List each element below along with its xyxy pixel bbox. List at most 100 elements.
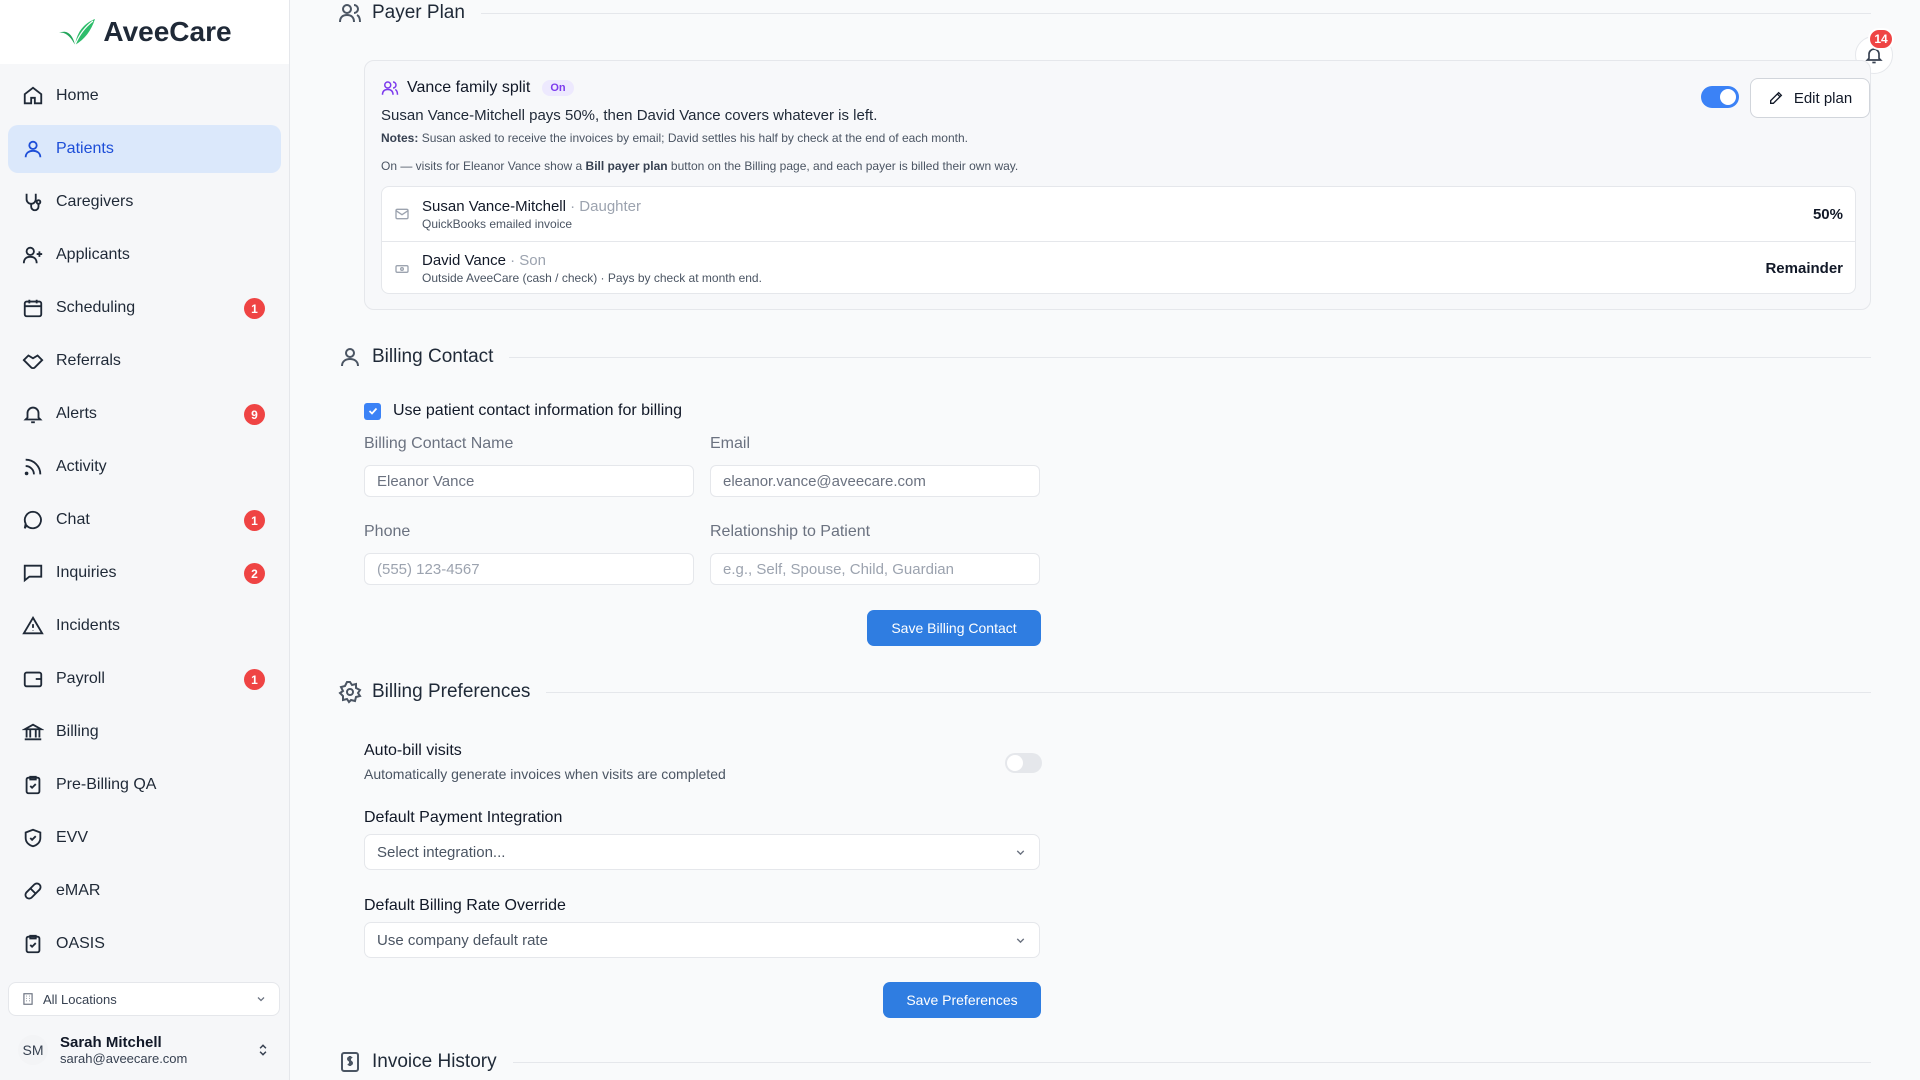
sidebar-item-evv[interactable]: EVV [8, 814, 281, 862]
edit-plan-label: Edit plan [1793, 89, 1853, 107]
sidebar-item-emar[interactable]: eMAR [8, 867, 281, 915]
sidebar-item-label: Pre-Billing QA [56, 776, 157, 793]
on-prefix: On — visits for Eleanor Vance show a [381, 159, 583, 173]
divider [512, 1061, 1871, 1063]
autobill-toggle[interactable] [1005, 753, 1042, 773]
sidebar-item-alerts[interactable]: Alerts 9 [8, 390, 281, 438]
users-icon [381, 81, 399, 95]
scheduling-badge: 1 [244, 298, 265, 319]
sidebar-item-payroll[interactable]: Payroll 1 [8, 655, 281, 703]
sidebar-item-label: Inquiries [56, 564, 117, 581]
notes-label: Notes: [381, 131, 419, 145]
sidebar-item-label: Patients [56, 140, 114, 157]
plan-title-row: Vance family split On [381, 79, 574, 97]
billing-contact-name-field[interactable]: Eleanor Vance [364, 465, 694, 497]
pill-icon [22, 880, 44, 902]
sidebar-item-label: Chat [56, 511, 90, 528]
sidebar-item-home[interactable]: Home [8, 72, 281, 120]
check-icon [368, 407, 377, 415]
payer-relation: · Son [510, 252, 546, 269]
save-preferences-button[interactable]: Save Preferences [883, 982, 1041, 1018]
sidebar-item-incidents[interactable]: Incidents [8, 602, 281, 650]
sidebar-item-pre-billing-qa[interactable]: Pre-Billing QA [8, 761, 281, 809]
sidebar-item-label: Activity [56, 458, 107, 475]
chevrons-up-down-icon [259, 1044, 267, 1056]
sidebar-item-oasis[interactable]: OASIS [8, 920, 281, 968]
sidebar-item-applicants[interactable]: Applicants [8, 231, 281, 279]
location-select[interactable]: All Locations [8, 982, 280, 1016]
on-suffix: button on the Billing page, and each pay… [670, 159, 1019, 173]
billing-rate-value: Use company default rate [377, 931, 548, 949]
payer-row: Susan Vance-Mitchell · Daughter QuickBoo… [382, 187, 1855, 241]
billing-rate-select[interactable]: Use company default rate [364, 922, 1040, 958]
payer-plan-header: Payer Plan [338, 1, 1871, 25]
chevron-down-icon [257, 997, 265, 1002]
sidebar-item-label: Incidents [56, 617, 121, 634]
sidebar-item-referrals[interactable]: Referrals [8, 337, 281, 385]
sidebar-item-chat[interactable]: Chat 1 [8, 496, 281, 544]
use-patient-contact-row[interactable]: Use patient contact information for bill… [364, 402, 682, 420]
user-menu[interactable]: SM Sarah Mitchell sarah@aveecare.com [8, 1028, 280, 1072]
autobill-description: Automatically generate invoices when vis… [364, 766, 726, 782]
avatar: SM [18, 1035, 48, 1065]
pencil-icon [1769, 91, 1783, 104]
user-email: sarah@aveecare.com [60, 1051, 188, 1066]
gear-icon [338, 681, 362, 704]
sidebar-item-label: OASIS [56, 935, 105, 952]
sidebar-item-label: Payroll [56, 670, 105, 687]
message-square-icon [22, 562, 44, 584]
relationship-label: Relationship to Patient [710, 523, 871, 540]
chat-bubble-icon [22, 509, 44, 531]
chevron-down-icon [1016, 937, 1025, 943]
sidebar-item-patients[interactable]: Patients [8, 125, 281, 173]
use-patient-contact-checkbox[interactable] [364, 402, 381, 420]
section-title: Billing Contact [372, 346, 494, 367]
payment-integration-value: Select integration... [377, 843, 506, 861]
plan-on-description: On — visits for Eleanor Vance show a Bil… [381, 159, 1018, 173]
edit-plan-button[interactable]: Edit plan [1750, 78, 1870, 118]
divider [480, 12, 1871, 14]
chevron-down-icon [1016, 849, 1025, 855]
user-plus-icon [22, 244, 44, 266]
sidebar-item-label: Caregivers [56, 193, 134, 210]
default-payment-integration-label: Default Payment Integration [364, 809, 563, 826]
app-logo[interactable]: AveeCare [0, 0, 289, 64]
use-patient-contact-label: Use patient contact information for bill… [393, 402, 683, 419]
sidebar-item-activity[interactable]: Activity [8, 443, 281, 491]
user-icon [341, 348, 359, 367]
sidebar-item-label: Applicants [56, 246, 130, 263]
sidebar-item-inquiries[interactable]: Inquiries 2 [8, 549, 281, 597]
clipboard-check-icon [22, 774, 44, 796]
payer-share: Remainder [1765, 260, 1843, 277]
sidebar-item-scheduling[interactable]: Scheduling 1 [8, 284, 281, 332]
sidebar-item-label: Billing [56, 723, 99, 740]
email-field[interactable]: eleanor.vance@aveecare.com [710, 465, 1040, 497]
save-billing-contact-button[interactable]: Save Billing Contact [867, 610, 1041, 646]
inquiries-badge: 2 [244, 563, 265, 584]
sidebar-item-caregivers[interactable]: Caregivers [8, 178, 281, 226]
sidebar-item-label: Scheduling [56, 299, 136, 316]
payer-name: Susan Vance-Mitchell [422, 197, 566, 215]
billing-contact-name-label: Billing Contact Name [364, 435, 514, 452]
payer-name-line: Susan Vance-Mitchell · Daughter [422, 198, 1813, 215]
sidebar-item-billing[interactable]: Billing [8, 708, 281, 756]
payment-integration-select[interactable]: Select integration... [364, 834, 1040, 870]
payer-share: 50% [1812, 205, 1843, 223]
rss-icon [22, 456, 44, 478]
plan-description: Susan Vance-Mitchell pays 50%, then Davi… [381, 107, 878, 124]
sidebar-nav: Home Patients Caregivers Applicants Sche… [0, 64, 289, 968]
payer-relation: · Daughter [570, 197, 642, 215]
plan-enabled-toggle[interactable] [1701, 86, 1739, 108]
phone-label: Phone [364, 523, 411, 540]
relationship-field[interactable]: e.g., Self, Spouse, Child, Guardian [710, 553, 1040, 585]
user-info: Sarah Mitchell sarah@aveecare.com [60, 1034, 256, 1066]
phone-field[interactable]: (555) 123-4567 [364, 553, 694, 585]
email-label: Email [710, 435, 751, 452]
sidebar-item-label: Referrals [56, 352, 121, 369]
invoice-history-header: Invoice History [338, 1050, 1871, 1074]
notes-text: Susan asked to receive the invoices by e… [421, 131, 968, 145]
sidebar-item-label: Home [56, 87, 99, 104]
divider [546, 691, 1871, 693]
handshake-icon [22, 350, 44, 372]
default-billing-rate-label: Default Billing Rate Override [364, 897, 566, 914]
